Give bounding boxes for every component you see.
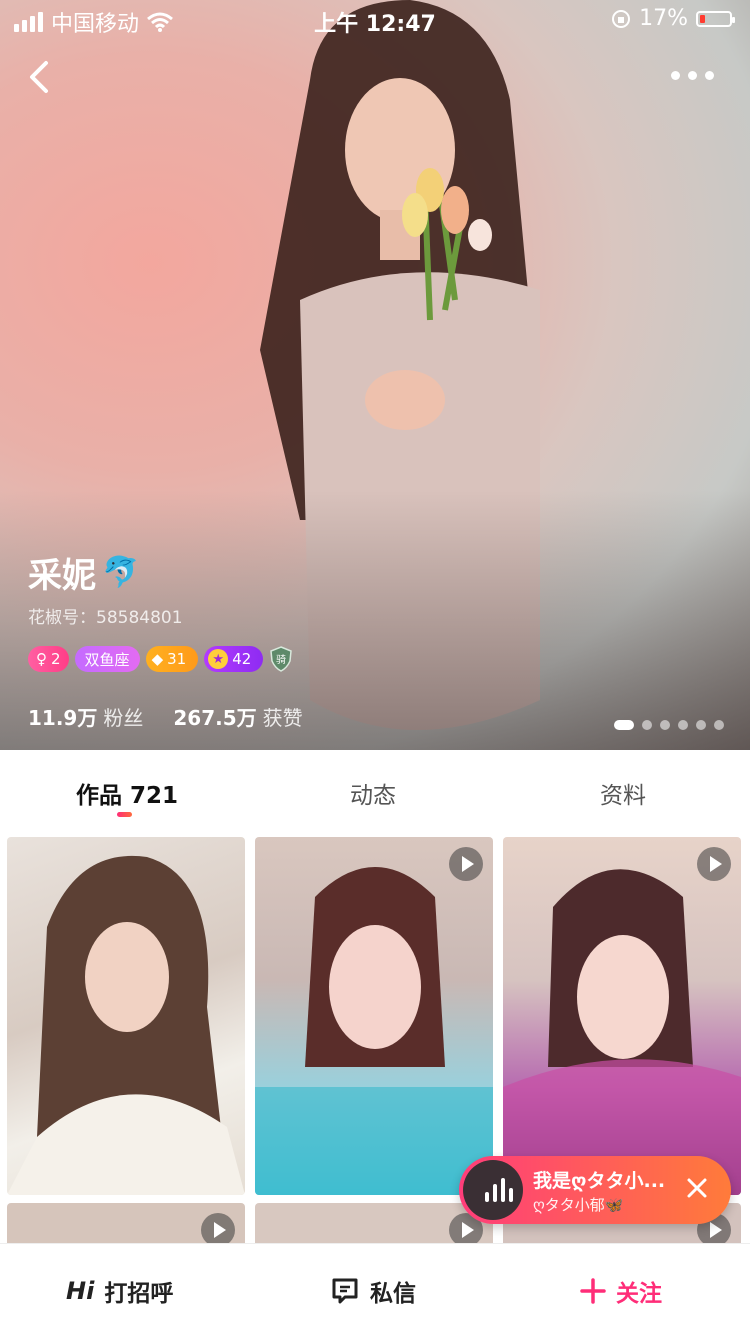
greet-label: 打招呼: [104, 1281, 174, 1307]
work-thumbnail: [7, 855, 245, 1195]
diamond-level-value: 31: [167, 650, 187, 668]
message-label: 私信: [370, 1281, 416, 1307]
page-dot: [696, 720, 706, 730]
page-dot: [678, 720, 688, 730]
greet-button[interactable]: Hi 打招呼: [66, 1274, 173, 1308]
mini-player-subtitle: ღタタ小郁🦋: [533, 1196, 624, 1214]
profile-hero[interactable]: 中国移动 上午 12:47 17% 采妮 🐬 花椒号：58584801 ♀ 2 …: [0, 0, 750, 750]
page-dot: [660, 720, 670, 730]
follow-label: 关注: [616, 1281, 662, 1307]
live-mini-player[interactable]: 我是ღタタ小... ღタタ小郁🦋: [459, 1156, 731, 1224]
close-icon[interactable]: [685, 1176, 709, 1200]
mini-player-title: 我是ღタタ小...: [533, 1170, 666, 1192]
status-bar: 中国移动 上午 12:47 17%: [0, 0, 750, 38]
active-tab-indicator: [117, 812, 132, 817]
guardian-shield-icon[interactable]: 骑: [269, 646, 293, 672]
profile-id: 花椒号：58584801: [28, 608, 183, 628]
page-dot: [714, 720, 724, 730]
fans-count: 11.9万: [28, 706, 98, 730]
back-icon[interactable]: [20, 55, 60, 99]
stat-likes[interactable]: 267.5万 获赞: [173, 702, 302, 731]
orientation-lock-icon: [612, 9, 631, 28]
tab-profile-info[interactable]: 资料: [600, 776, 646, 810]
shield-text: 骑: [276, 653, 286, 666]
work-thumbnail: [255, 867, 493, 1195]
star-icon: ★: [208, 649, 229, 669]
zodiac-label: 双鱼座: [84, 650, 130, 669]
tab-dynamics[interactable]: 动态: [350, 776, 396, 810]
profile-name: 采妮 🐬: [28, 548, 139, 597]
play-icon: [697, 847, 731, 881]
message-icon: [332, 1278, 358, 1304]
play-icon: [449, 847, 483, 881]
badge-row: ♀ 2 双鱼座 ◆ 31 ★ 42 骑: [28, 646, 293, 672]
stat-fans[interactable]: 11.9万 粉丝: [28, 702, 143, 731]
tab-works[interactable]: 作品 721: [76, 776, 178, 810]
battery-icon: [696, 10, 735, 27]
message-button[interactable]: 私信: [330, 1274, 416, 1308]
bottom-action-bar: Hi 打招呼 私信 关注: [0, 1243, 750, 1334]
gender-level-badge[interactable]: ♀ 2: [28, 646, 69, 672]
zodiac-badge[interactable]: 双鱼座: [74, 646, 140, 672]
work-item[interactable]: [255, 837, 493, 1195]
work-thumbnail: [503, 869, 741, 1195]
follow-button[interactable]: 关注: [580, 1274, 662, 1308]
work-item[interactable]: [7, 837, 245, 1195]
mini-player-avatar: [463, 1160, 523, 1220]
photo-page-indicator: [614, 720, 724, 730]
dolphin-emoji: 🐬: [102, 555, 140, 590]
profile-tabs: 作品 721 动态 资料: [0, 750, 750, 830]
fans-label: 粉丝: [103, 706, 144, 730]
stats-row: 11.9万 粉丝 267.5万 获赞: [28, 702, 303, 731]
female-icon: ♀: [36, 650, 47, 668]
page-dot: [614, 720, 634, 730]
audio-bars-icon: [485, 1178, 513, 1202]
plus-icon: [580, 1278, 606, 1304]
page-dot: [642, 720, 652, 730]
diamond-level-badge[interactable]: ◆ 31: [145, 646, 199, 672]
diamond-icon: ◆: [151, 650, 164, 668]
more-icon[interactable]: [662, 60, 722, 90]
star-level-badge[interactable]: ★ 42: [204, 646, 264, 672]
likes-count: 267.5万: [173, 706, 257, 730]
work-item[interactable]: [503, 837, 741, 1195]
likes-label: 获赞: [262, 706, 303, 730]
star-level-value: 42: [232, 650, 252, 668]
battery-percent: 17%: [639, 6, 688, 31]
play-icon: [201, 1213, 235, 1247]
hi-icon: Hi: [66, 1277, 95, 1305]
gender-level-value: 2: [51, 650, 61, 668]
profile-name-text: 采妮: [28, 556, 96, 596]
